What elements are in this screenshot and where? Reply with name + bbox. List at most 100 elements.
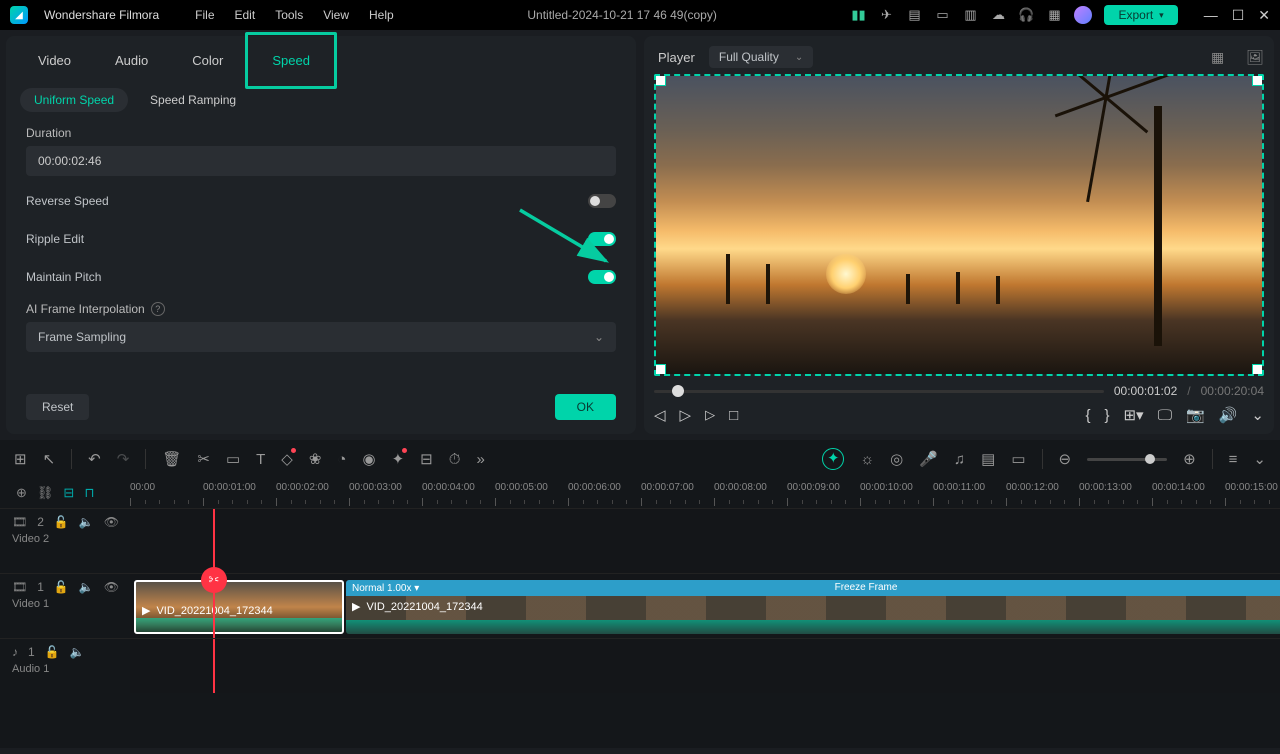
prev-frame-button[interactable]: ◁ [654,406,666,424]
undo-icon[interactable]: ↶ [88,450,101,468]
cloud-icon[interactable]: ☁ [990,7,1006,23]
screen-icon[interactable]: ▭ [934,7,950,23]
menu-help[interactable]: Help [369,8,394,22]
headphones-icon[interactable]: 🎧 [1018,7,1034,23]
tab-color[interactable]: Color [170,43,245,78]
clip-freeze[interactable]: Normal 1.00x ▾ Freeze Frame Normal 1.00x… [346,580,1280,634]
playhead[interactable] [213,574,215,638]
play-forward-button[interactable]: ▷ [705,407,715,423]
zoom-in-icon[interactable]: ⊕ [1183,450,1196,468]
apps-icon[interactable]: ▦ [1046,7,1062,23]
snapshot-icon[interactable]: 📷 [1186,406,1205,424]
preview-viewport[interactable] [654,74,1264,376]
music-icon[interactable]: ♫ [954,451,965,468]
ok-button[interactable]: OK [555,394,616,420]
lock-icon[interactable]: 🔓 [54,580,69,594]
mute-icon[interactable]: 🔈 [79,580,94,594]
tab-video[interactable]: Video [16,43,93,78]
zoom-out-icon[interactable]: ⊖ [1059,450,1072,468]
layout-icon[interactable]: ▥ [962,7,978,23]
send-icon[interactable]: ✈ [878,7,894,23]
mic-icon[interactable]: 🎤 [919,450,938,468]
timer-icon[interactable]: ⏱ [449,451,461,468]
display-icon[interactable]: 🖵 [1158,407,1172,424]
tool-pointer-icon[interactable]: ↖ [43,450,56,468]
mixer-icon[interactable]: ▤ [981,450,995,468]
lock-icon[interactable]: 🔓 [54,515,69,529]
volume-icon[interactable]: 🔊 [1219,406,1238,424]
duration-input[interactable]: 00:00:02:46 [26,146,616,176]
grid-icon[interactable]: ⊟ [420,450,433,468]
eye-icon[interactable]: 👁 [104,515,119,529]
snap-icon[interactable]: ⊟ [63,485,74,501]
sub-tab-uniform-speed[interactable]: Uniform Speed [20,88,128,112]
resize-handle[interactable] [654,74,666,86]
link-icon[interactable]: ⛓ [37,485,54,501]
gift-icon[interactable]: ▮▮ [850,7,866,23]
tab-audio[interactable]: Audio [93,43,170,78]
shape-icon[interactable]: ◇ [281,450,293,468]
tool-layout-icon[interactable]: ⊞ [14,450,27,468]
quality-selector[interactable]: Full Quality ⌄ [709,46,813,68]
effects-icon[interactable]: ❀ [309,450,322,468]
zoom-slider[interactable] [1087,458,1167,461]
zoom-handle[interactable] [1145,454,1155,464]
minimize-button[interactable]: — [1204,7,1218,24]
reset-button[interactable]: Reset [26,394,89,420]
menu-file[interactable]: File [195,8,214,22]
scrub-handle[interactable] [672,385,684,397]
resize-handle[interactable] [1252,364,1264,376]
crop-icon[interactable]: ▭ [226,450,240,468]
track-content[interactable]: ✂ [130,509,1280,573]
resize-handle[interactable] [1252,74,1264,86]
resize-handle[interactable] [654,364,666,376]
ratio-icon[interactable]: ⊞▾ [1123,406,1143,424]
menu-edit[interactable]: Edit [235,8,256,22]
redo-icon[interactable]: ↷ [117,450,130,468]
eye-icon[interactable]: 👁 [104,580,119,594]
sun-icon[interactable]: ☼ [860,451,874,468]
clip-selected[interactable]: ▶ VID_20221004_172344 [134,580,344,634]
list-view-icon[interactable]: ≡ [1229,451,1238,468]
scrub-bar[interactable] [654,390,1104,393]
reverse-speed-toggle[interactable] [588,194,616,208]
playhead[interactable]: ✂ [213,509,215,573]
text-icon[interactable]: T [256,451,265,468]
help-icon[interactable]: ? [151,302,165,316]
more-tools-icon[interactable]: » [476,451,484,468]
shield-icon[interactable]: ◎ [890,450,903,468]
menu-view[interactable]: View [323,8,349,22]
chevron-down-icon[interactable]: ⌄ [1253,450,1266,468]
ai-sparkle-icon[interactable]: ✦ [392,450,405,468]
scissors-icon[interactable]: ✂ [197,450,210,468]
grid-view-icon[interactable]: ▦ [1211,49,1224,66]
mark-out-icon[interactable]: } [1104,407,1109,424]
color-icon[interactable]: ◉ [362,450,375,468]
profile-avatar[interactable] [1074,6,1092,24]
maintain-pitch-toggle[interactable] [588,270,616,284]
mark-in-icon[interactable]: { [1085,407,1090,424]
picture-view-icon[interactable]: 🖼 [1246,49,1264,66]
play-button[interactable]: ▷ [680,406,692,424]
track-content[interactable] [130,639,1280,693]
magnet-icon[interactable]: ⊓ [84,485,94,501]
marker-rect-icon[interactable]: ▭ [1011,450,1025,468]
delete-icon[interactable]: 🗑 [162,450,181,468]
ripple-edit-toggle[interactable] [588,232,616,246]
mute-icon[interactable]: 🔈 [70,645,85,659]
sub-tab-speed-ramping[interactable]: Speed Ramping [136,88,250,112]
speed-icon[interactable]: ◔ [337,451,346,468]
mute-icon[interactable]: 🔈 [79,515,94,529]
timeline-ruler[interactable]: 00:0000:00:01:0000:00:02:0000:00:03:0000… [130,478,1280,508]
lock-icon[interactable]: 🔓 [45,645,60,659]
ai-interp-select[interactable]: Frame Sampling ⌄ [26,322,616,352]
settings-down-icon[interactable]: ⌄ [1251,406,1264,424]
menu-tools[interactable]: Tools [275,8,303,22]
close-button[interactable]: ✕ [1258,7,1270,24]
track-content[interactable]: ▶ VID_20221004_172344 Normal 1.00x ▾ Fre… [130,574,1280,638]
playhead[interactable] [213,639,215,693]
ai-assist-icon[interactable]: ✦ [822,448,844,470]
template-icon[interactable]: ▤ [906,7,922,23]
add-track-icon[interactable]: ⊕ [16,485,27,501]
maximize-button[interactable]: ☐ [1232,7,1245,24]
